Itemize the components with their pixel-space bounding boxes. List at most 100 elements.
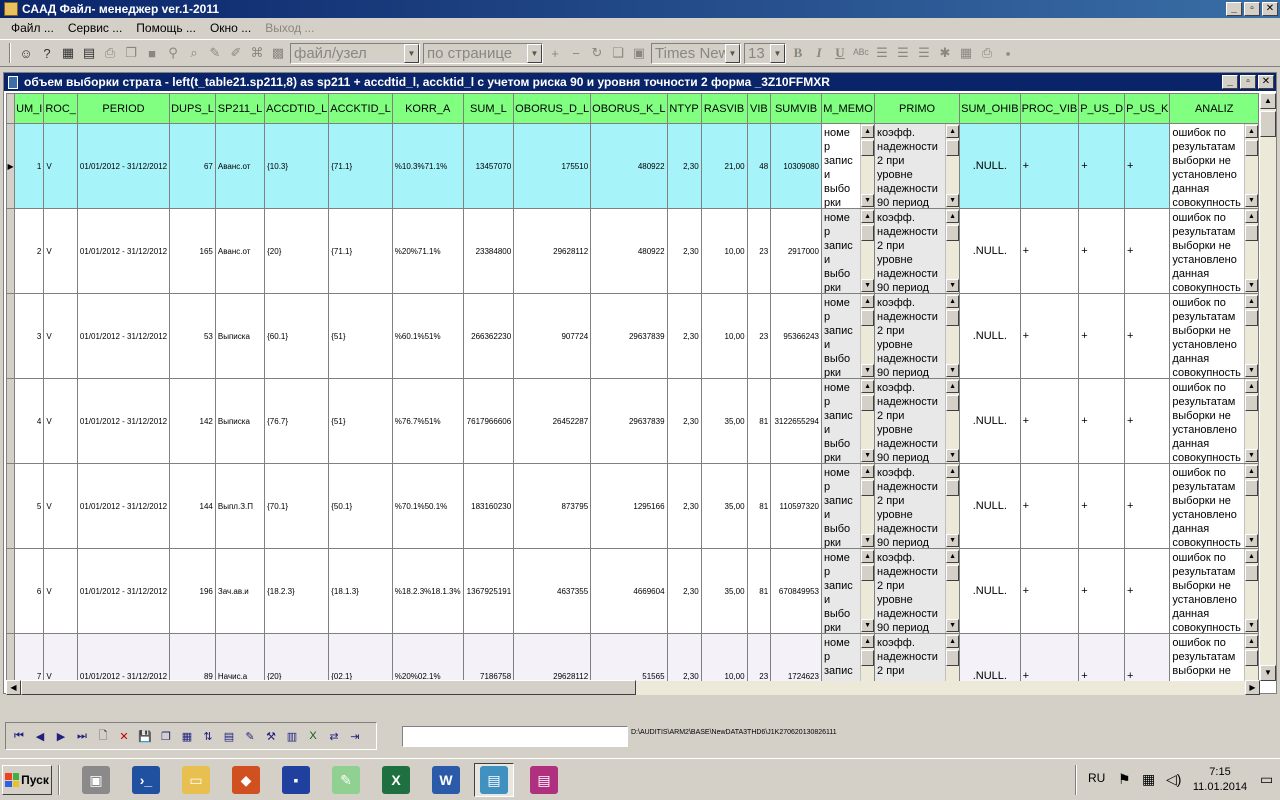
column-header-korr-a[interactable]: KORR_A (391, 93, 464, 124)
cell-ok[interactable]: 29637839 (590, 293, 668, 379)
scroll-thumb[interactable] (861, 140, 874, 156)
scroll-thumb[interactable] (1245, 140, 1258, 156)
cell-rasvib[interactable]: 35,00 (700, 463, 748, 549)
save-record-icon[interactable]: 💾 (136, 727, 154, 745)
primo-memo-box[interactable]: коэфф. надежности 2 при уровне надежност… (875, 464, 959, 548)
memo-scrollbar[interactable]: ▲▼ (860, 379, 874, 463)
cell-pd[interactable]: + (1078, 633, 1126, 681)
cell-period[interactable]: 01/01/2012 - 31/12/2012 (76, 208, 171, 294)
scroll-down-icon[interactable]: ▼ (1245, 534, 1258, 547)
cell-period[interactable]: 01/01/2012 - 31/12/2012 (76, 548, 171, 634)
taskbar-books2-app[interactable]: ▤ (524, 763, 564, 797)
cell-dt[interactable]: {70.1} (264, 463, 330, 549)
scroll-up-icon[interactable]: ▲ (861, 635, 874, 648)
minus-icon[interactable]: − (567, 44, 585, 62)
column-header-m-memo[interactable]: M_MEMO (820, 93, 876, 124)
printer-icon[interactable]: ⎙ (978, 44, 996, 62)
underline-button[interactable]: U (831, 45, 849, 61)
column-header-proc-vib[interactable]: PROC_VIB (1019, 93, 1080, 124)
cell-pv[interactable]: + (1019, 293, 1080, 379)
font-size-combo[interactable]: 13 ▼ (744, 42, 786, 64)
cell-sumoh[interactable]: .NULL. (959, 123, 1021, 209)
image-icon[interactable]: ▣ (630, 44, 648, 62)
analiz-memo-box[interactable]: ошибок по результатам выборки не установ… (1170, 634, 1258, 681)
memo-memo-box[interactable]: номе р запис и выбо рки▲▼ (822, 549, 874, 633)
cell-dups[interactable]: 53 (169, 293, 216, 379)
analiz-memo-box[interactable]: ошибок по результатам выборки не установ… (1170, 124, 1258, 208)
menu-service[interactable]: Сервис ... (61, 21, 129, 35)
scroll-down-icon[interactable]: ▼ (861, 534, 874, 547)
taskbar-network-app[interactable]: ▣ (76, 763, 116, 797)
find-icon[interactable]: ⌕ (185, 44, 203, 62)
scroll-up-icon[interactable]: ▲ (1245, 295, 1258, 308)
column-header-p-us-d[interactable]: P_US_D (1078, 93, 1126, 124)
cell-period[interactable]: 01/01/2012 - 31/12/2012 (76, 463, 171, 549)
cell-ok[interactable]: 29637839 (590, 378, 668, 464)
cell-ok[interactable]: 51565 (590, 633, 668, 681)
last-record-icon[interactable]: ⏭ (73, 727, 91, 745)
memo-scrollbar[interactable]: ▲▼ (1244, 209, 1258, 293)
cell-n[interactable]: 5 (14, 463, 45, 549)
primo-memo-box[interactable]: коэфф. надежности 2 при уровне надежност… (875, 634, 959, 681)
cell-sumoh[interactable]: .NULL. (959, 548, 1021, 634)
cell-vib[interactable]: 81 (746, 463, 772, 549)
memo-scrollbar[interactable]: ▲▼ (945, 209, 959, 293)
cell-analiz[interactable]: ошибок по результатам выборки не установ… (1169, 293, 1259, 379)
scroll-thumb[interactable] (946, 395, 959, 411)
scroll-thumb[interactable] (946, 310, 959, 326)
cell-analiz[interactable]: ошибок по результатам выборки не установ… (1169, 463, 1259, 549)
memo-memo-box[interactable]: номе р запис и выбо рки▲▼ (822, 124, 874, 208)
cell-vib[interactable]: 48 (746, 123, 772, 209)
path-combo[interactable]: файл/узел ▼ (290, 42, 420, 64)
edit-record-icon[interactable]: ✎ (241, 727, 259, 745)
copy-icon[interactable]: ❐ (122, 44, 140, 62)
memo-scrollbar[interactable]: ▲▼ (945, 549, 959, 633)
scroll-up-icon[interactable]: ▲ (946, 210, 959, 223)
cell-sp[interactable]: Выпл.З.П (214, 463, 266, 549)
scroll-thumb[interactable] (861, 480, 874, 496)
cell-vib[interactable]: 81 (746, 378, 772, 464)
cell-pd[interactable]: + (1078, 378, 1126, 464)
cell-sp[interactable]: Начис.а (214, 633, 266, 681)
column-header-rasvib[interactable]: RASVIB (700, 93, 748, 124)
table-row[interactable]: 4 V 01/01/2012 - 31/12/2012 142 Выписка {76.7… (6, 378, 1259, 464)
align-center-icon[interactable]: ☰ (894, 44, 912, 62)
align-left-icon[interactable]: ☰ (873, 44, 891, 62)
menu-exit[interactable]: Выход ... (258, 21, 321, 35)
cell-kt[interactable]: {18.1.3} (328, 548, 393, 634)
column-header-roc-[interactable]: ROC_ (43, 93, 78, 124)
calculator-icon[interactable]: ▦ (59, 44, 77, 62)
menu-file[interactable]: Файл ... (4, 21, 61, 35)
row-indicator[interactable]: ▶ (6, 123, 16, 209)
cell-ntyp[interactable]: 2,30 (666, 293, 702, 379)
print-icon[interactable]: ⎙ (101, 44, 119, 62)
minimize-button[interactable]: _ (1226, 2, 1242, 16)
column-header-dups-l[interactable]: DUPS_L (169, 93, 216, 124)
scroll-thumb[interactable] (946, 650, 959, 666)
memo-scrollbar[interactable]: ▲▼ (860, 464, 874, 548)
child-maximize-button[interactable]: ▫ (1240, 75, 1256, 89)
page-combo[interactable]: по странице ▼ (423, 42, 543, 64)
column-header-um-i[interactable]: UM_I (14, 93, 45, 124)
cell-sp[interactable]: Выписка (214, 378, 266, 464)
memo-memo-box[interactable]: номе р запис и выбо рки▲▼ (822, 209, 874, 293)
row-indicator[interactable] (6, 293, 16, 379)
cell-ok[interactable]: 480922 (590, 208, 668, 294)
align-right-icon[interactable]: ☰ (915, 44, 933, 62)
scroll-down-icon[interactable]: ▼ (946, 449, 959, 462)
scroll-up-icon[interactable]: ▲ (1245, 465, 1258, 478)
column-header-sum-l[interactable]: SUM_L (462, 93, 515, 124)
cell-vib[interactable]: 81 (746, 548, 772, 634)
scroll-up-icon[interactable]: ▲ (861, 295, 874, 308)
cell-sumvib[interactable]: 1724623 (770, 633, 822, 681)
vertical-scrollbar[interactable]: ▲ ▼ (1260, 93, 1276, 681)
cell-period[interactable]: 01/01/2012 - 31/12/2012 (76, 123, 171, 209)
column-header-period[interactable]: PERIOD (76, 93, 171, 124)
memo-scrollbar[interactable]: ▲▼ (1244, 379, 1258, 463)
scroll-up-icon[interactable]: ▲ (861, 465, 874, 478)
cell-pd[interactable]: + (1078, 208, 1126, 294)
cell-dt[interactable]: {18.2.3} (264, 548, 330, 634)
table-row[interactable]: 5 V 01/01/2012 - 31/12/2012 144 Выпл.З.П {70.… (6, 463, 1259, 549)
column-header-oborus-d-l[interactable]: OBORUS_D_L (513, 93, 592, 124)
cell-period[interactable]: 01/01/2012 - 31/12/2012 (76, 293, 171, 379)
